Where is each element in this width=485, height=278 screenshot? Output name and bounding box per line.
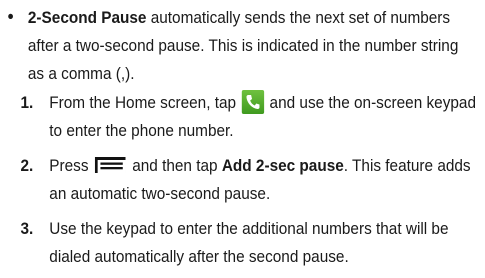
- step-number: 1.: [20, 94, 34, 112]
- bullet-dot: •: [7, 7, 14, 28]
- step-text-before: From the Home screen, tap: [49, 94, 237, 112]
- step-text: Use the keypad to enter the additional n…: [49, 220, 449, 266]
- bullet-text: 2-Second Pause automatically sends the n…: [28, 4, 477, 88]
- step-3: 3. Use the keypad to enter the additiona…: [20, 215, 485, 271]
- menu-key-icon: [95, 157, 126, 173]
- add-2-sec-pause-label: Add 2-sec pause: [221, 157, 344, 175]
- step-text: Press and then tap Add 2-sec pause. This …: [49, 152, 485, 208]
- bullet-item: • 2-Second Pause automatically sends the…: [7, 4, 477, 88]
- step-number: 3.: [20, 220, 34, 238]
- bullet-title: 2-Second Pause: [27, 9, 147, 27]
- step-text: From the Home screen, tap and use the on-…: [49, 89, 485, 145]
- step-text-middle: and then tap: [132, 157, 218, 175]
- step-number: 2.: [20, 157, 34, 175]
- steps-list: 1. From the Home screen, tap and use the …: [20, 89, 485, 278]
- step-1: 1. From the Home screen, tap and use the …: [20, 89, 485, 145]
- phone-app-icon: [241, 90, 264, 114]
- step-2: 2. Press and then tap Add 2-sec pause. Th…: [20, 152, 485, 208]
- step-text-before: Press: [49, 157, 89, 175]
- manual-page: • 2-Second Pause automatically sends the…: [0, 0, 476, 269]
